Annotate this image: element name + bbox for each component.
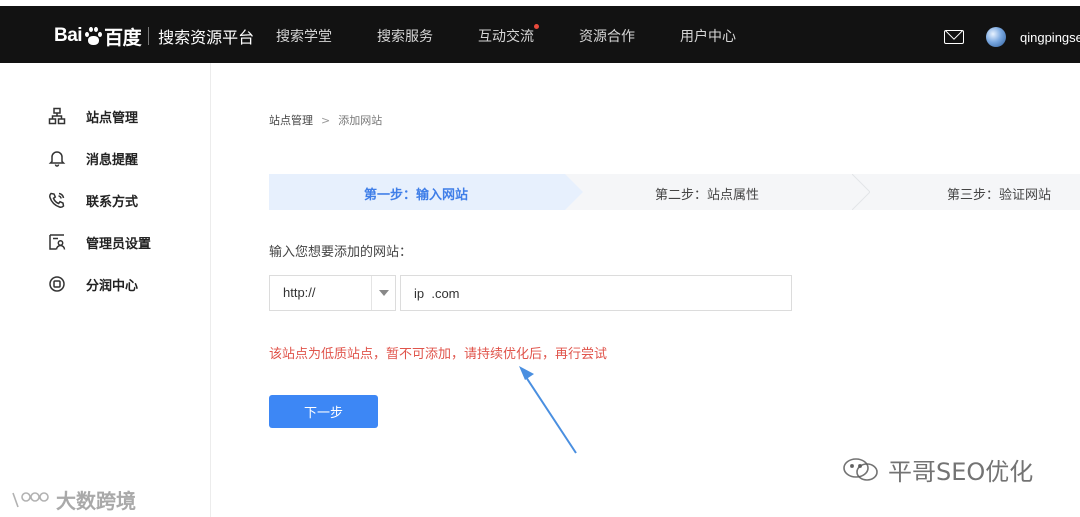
sidebar-item-site-management[interactable]: 站点管理 bbox=[48, 105, 138, 127]
nav-label: 搜索学堂 bbox=[276, 29, 332, 45]
nav-item-community[interactable]: 互动交流 bbox=[478, 24, 539, 48]
user-area: qingpingse bbox=[944, 22, 1080, 52]
platform-name[interactable]: 搜索资源平台 bbox=[158, 24, 254, 48]
baidu-logo[interactable]: Bai 百度 bbox=[54, 23, 142, 50]
sidebar: 站点管理 消息提醒 联系方式 管理员设置 分润中心 bbox=[0, 63, 211, 517]
step-2-label: 第二步：站点属性 bbox=[655, 188, 760, 203]
protocol-select[interactable]: http:// bbox=[269, 275, 396, 311]
top-nav-bar: Bai 百度 搜索资源平台 搜索学堂 搜索服务 互动交流 资源合作 用户中心 q… bbox=[0, 0, 1080, 63]
error-message: 该站点为低质站点，暂不可添加，请持续优化后，再行尝试 bbox=[269, 347, 608, 362]
breadcrumb: 站点管理 > 添加网站 bbox=[269, 112, 382, 128]
sidebar-item-label: 站点管理 bbox=[86, 110, 139, 126]
sidebar-item-label: 管理员设置 bbox=[86, 236, 152, 252]
paw-icon bbox=[83, 26, 103, 46]
wechat-icon bbox=[842, 457, 880, 483]
chevron-down-icon[interactable] bbox=[371, 276, 395, 310]
nav-item-school[interactable]: 搜索学堂 bbox=[276, 26, 332, 48]
nav-label: 用户中心 bbox=[680, 29, 736, 45]
logo-text-left: Bai bbox=[54, 25, 83, 46]
breadcrumb-separator: > bbox=[321, 113, 331, 127]
step-progress: 第一步：输入网站 第二步：站点属性 第三步：验证网站 bbox=[269, 174, 1080, 210]
breadcrumb-root[interactable]: 站点管理 bbox=[269, 112, 313, 128]
nav-label: 互动交流 bbox=[478, 29, 534, 45]
coin-icon bbox=[48, 275, 66, 293]
watermark-text: 大数跨境 bbox=[56, 489, 136, 513]
phone-icon bbox=[48, 191, 66, 209]
logo-text-right: 百度 bbox=[104, 27, 142, 49]
nav-item-services[interactable]: 搜索服务 bbox=[377, 26, 433, 48]
next-step-button[interactable]: 下一步 bbox=[269, 395, 378, 428]
step-3-label: 第三步：验证网站 bbox=[947, 188, 1052, 203]
mail-icon[interactable] bbox=[944, 30, 964, 44]
protocol-value: http:// bbox=[283, 285, 316, 300]
nav-item-cooperation[interactable]: 资源合作 bbox=[579, 26, 635, 48]
sidebar-item-messages[interactable]: 消息提醒 bbox=[48, 147, 138, 169]
nav-item-user-center[interactable]: 用户中心 bbox=[680, 26, 736, 48]
main-content: 站点管理 > 添加网站 第一步：输入网站 第二步：站点属性 第三步：验证网站 输… bbox=[212, 63, 1080, 517]
site-url-input[interactable] bbox=[400, 275, 792, 311]
breadcrumb-current: 添加网站 bbox=[338, 114, 383, 127]
notification-dot bbox=[534, 24, 539, 29]
sidebar-item-admin-settings[interactable]: 管理员设置 bbox=[48, 231, 151, 253]
username[interactable]: qingpingse bbox=[1020, 30, 1080, 45]
admin-icon bbox=[48, 233, 66, 251]
sidebar-item-label: 联系方式 bbox=[86, 194, 139, 210]
nav-label: 搜索服务 bbox=[377, 29, 433, 45]
sidebar-item-label: 分润中心 bbox=[86, 278, 139, 294]
sitemap-icon bbox=[48, 107, 66, 125]
sidebar-item-profit-center[interactable]: 分润中心 bbox=[48, 273, 138, 295]
top-nav: 搜索学堂 搜索服务 互动交流 资源合作 用户中心 bbox=[276, 24, 781, 48]
watermark-wechat: 平哥SEO优化 bbox=[842, 452, 1033, 487]
url-prompt: 输入您想要添加的网站： bbox=[269, 245, 413, 260]
bell-icon bbox=[48, 149, 66, 167]
step-1-label: 第一步：输入网站 bbox=[364, 188, 469, 203]
step-divider bbox=[852, 174, 870, 210]
nav-label: 资源合作 bbox=[579, 29, 635, 45]
avatar[interactable] bbox=[986, 27, 1006, 47]
sidebar-item-label: 消息提醒 bbox=[86, 152, 139, 168]
brand-divider bbox=[148, 27, 150, 45]
watermark-text: 平哥SEO优化 bbox=[888, 458, 1034, 486]
sidebar-item-contact[interactable]: 联系方式 bbox=[48, 189, 138, 211]
brand[interactable]: Bai 百度 搜索资源平台 bbox=[54, 20, 254, 52]
watermark-left: 大数跨境 bbox=[10, 485, 136, 514]
watermark-logo-icon bbox=[10, 489, 50, 511]
